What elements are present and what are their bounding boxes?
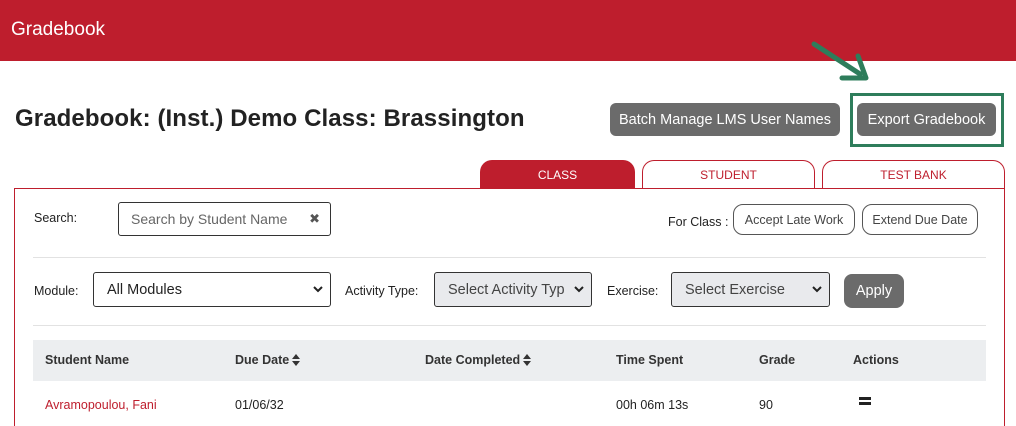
exercise-label: Exercise: [607,284,659,298]
chevron-down-icon [313,286,323,293]
chevron-down-icon [574,286,584,293]
apply-button[interactable]: Apply [844,274,904,308]
divider [33,257,986,258]
menu-icon[interactable] [859,397,871,407]
annotation-arrow-icon [811,41,869,81]
activity-type-select[interactable]: Select Activity Typ [434,272,592,307]
extend-due-date-button[interactable]: Extend Due Date [862,204,978,235]
app-title: Gradebook [11,19,106,40]
tab-test-bank[interactable]: TEST BANK [822,160,1005,189]
divider [33,325,986,326]
activity-type-label: Activity Type: [345,284,419,298]
exercise-select-value: Select Exercise [685,281,785,298]
due-date-cell: 01/06/32 [235,398,284,412]
annotation-highlight-box [850,93,1004,147]
column-time-spent: Time Spent [616,353,684,367]
column-date-completed[interactable]: Date Completed [425,353,532,367]
tab-class[interactable]: CLASS [480,160,635,189]
exercise-select[interactable]: Select Exercise [671,272,830,307]
for-class-label: For Class : [668,215,729,229]
column-grade: Grade [759,353,796,367]
search-field[interactable]: ✖ [118,202,331,236]
column-actions: Actions [853,353,899,367]
batch-manage-lms-button[interactable]: Batch Manage LMS User Names [610,103,840,136]
sort-icon [523,354,532,366]
activity-type-select-value: Select Activity Typ [448,281,565,298]
search-label: Search: [34,211,78,225]
clear-search-icon[interactable]: ✖ [309,211,320,227]
student-name-link[interactable]: Avramopoulou, Fani [45,398,157,412]
column-due-date[interactable]: Due Date [235,353,301,367]
column-student-name[interactable]: Student Name [45,353,129,367]
sort-icon [292,354,301,366]
page-title: Gradebook: (Inst.) Demo Class: Brassingt… [15,105,525,132]
module-label: Module: [34,284,79,298]
tab-student[interactable]: STUDENT [642,160,815,189]
chevron-down-icon [812,286,822,293]
grade-cell: 90 [759,398,773,412]
search-input[interactable] [131,211,301,227]
accept-late-work-button[interactable]: Accept Late Work [733,204,855,235]
time-spent-cell: 00h 06m 13s [616,398,689,412]
module-select[interactable]: All Modules [93,272,331,307]
module-select-value: All Modules [107,281,182,298]
